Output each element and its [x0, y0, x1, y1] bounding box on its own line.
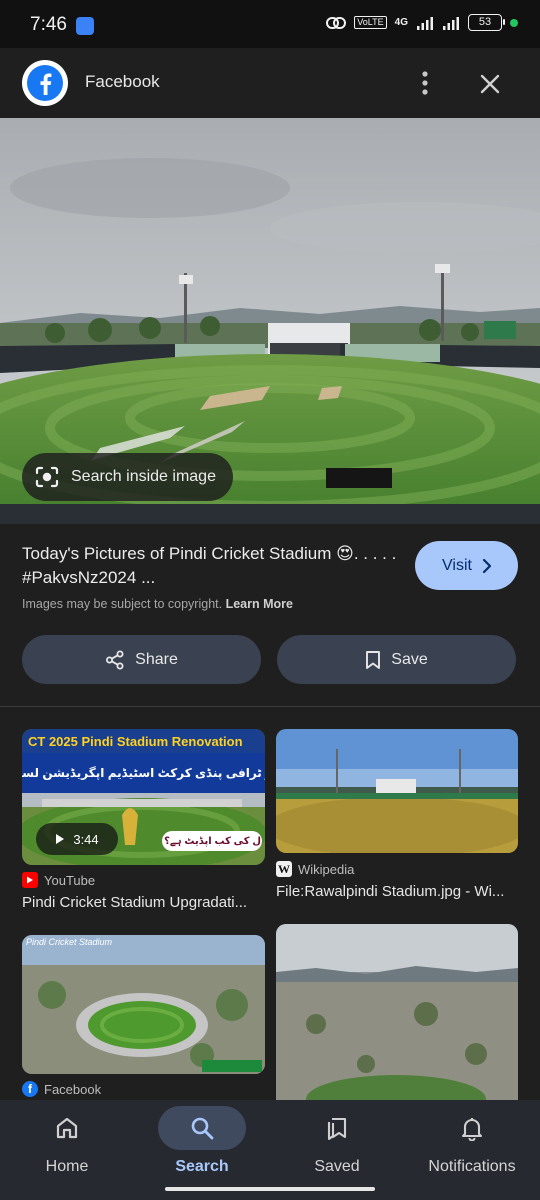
chevron-right-icon — [482, 558, 491, 573]
saved-collections-icon — [293, 1106, 381, 1150]
nav-notifications-label: Notifications — [428, 1158, 516, 1175]
source-name: Wikipedia — [298, 861, 355, 877]
city-thumbnail-image — [276, 924, 518, 1100]
wikipedia-thumbnail-image — [276, 729, 518, 853]
source-title: Facebook — [85, 72, 160, 91]
more-vert-icon — [422, 71, 428, 95]
volte-badge: VoLTE — [354, 16, 387, 29]
share-label: Share — [135, 650, 178, 668]
nav-search-label: Search — [175, 1158, 229, 1175]
nav-home[interactable]: Home — [12, 1106, 122, 1186]
gesture-home-indicator[interactable] — [165, 1187, 375, 1191]
learn-more-link[interactable]: Learn More — [226, 597, 293, 611]
save-label: Save — [391, 650, 428, 668]
thumbnail-banner-text: CT 2025 Pindi Stadium Renovation — [28, 733, 243, 749]
privacy-indicator — [510, 18, 518, 27]
wikipedia-icon: W — [276, 861, 292, 877]
nav-saved-label: Saved — [314, 1158, 360, 1175]
visit-button[interactable]: Visit — [415, 541, 518, 590]
main-image[interactable]: Search inside image — [0, 118, 540, 524]
lens-notification-icon — [76, 17, 94, 35]
result-title-youtube[interactable]: Pindi Cricket Stadium Upgradati... — [22, 894, 265, 911]
video-duration: 3:44 — [73, 831, 99, 847]
related-thumbnail-wikipedia[interactable] — [276, 729, 518, 853]
aerial-thumbnail-image — [22, 935, 265, 1074]
thumbnail-badge-text: 3D ماڈل کی کب اپڈیٹ ہے؟ — [162, 831, 262, 851]
link-icon — [326, 16, 347, 29]
status-time: 7:46 — [30, 14, 67, 35]
result-title[interactable]: Today's Pictures of Pindi Cricket Stadiu… — [22, 542, 402, 590]
copyright-text: Images may be subject to copyright. — [22, 597, 223, 611]
bookmark-icon — [366, 650, 381, 669]
related-thumbnail-youtube[interactable]: CT 2025 Pindi Stadium Renovation چیمپئنز… — [22, 729, 265, 865]
search-inside-image-button[interactable]: Search inside image — [22, 453, 233, 501]
status-icons: VoLTE 4G 53 — [326, 14, 518, 31]
video-duration-badge: 3:44 — [36, 823, 118, 855]
nav-notifications[interactable]: Notifications — [417, 1106, 527, 1186]
signal-icon — [417, 16, 433, 30]
share-button[interactable]: Share — [22, 635, 261, 684]
thumbnail-urdu-text: چیمپئنز ٹرافی پنڈی کرکٹ اسٹیڈیم اپگریڈیش… — [22, 766, 265, 780]
nav-home-label: Home — [45, 1158, 89, 1175]
facebook-logo-icon — [22, 60, 68, 106]
result-source-youtube: YouTube — [22, 872, 95, 888]
related-thumbnail-facebook[interactable]: Pindi Cricket Stadium — [22, 935, 265, 1074]
source-name: YouTube — [44, 872, 96, 888]
source-header: Facebook — [0, 48, 540, 118]
related-thumbnail-city[interactable] — [276, 924, 518, 1100]
bell-icon — [428, 1106, 516, 1150]
copyright-notice: Images may be subject to copyright. Lear… — [22, 597, 293, 611]
divider — [0, 706, 540, 707]
status-bar: 7:46 VoLTE 4G 53 — [0, 0, 540, 48]
more-options-button[interactable] — [408, 66, 442, 100]
close-icon — [480, 74, 500, 94]
facebook-icon: f — [22, 1081, 38, 1097]
share-icon — [106, 650, 124, 669]
search-inside-image-label: Search inside image — [71, 468, 216, 485]
home-icon — [23, 1106, 111, 1150]
close-button[interactable] — [472, 66, 508, 102]
lens-icon — [34, 464, 60, 490]
result-source-wikipedia: W Wikipedia — [276, 861, 354, 877]
result-source-facebook: f Facebook — [22, 1081, 101, 1097]
nav-search[interactable]: Search — [147, 1106, 257, 1186]
signal-icon-2 — [443, 16, 459, 30]
network-type: 4G — [394, 17, 408, 28]
result-title-wikipedia[interactable]: File:Rawalpindi Stadium.jpg - Wi... — [276, 883, 518, 900]
search-icon — [158, 1106, 246, 1150]
nav-saved[interactable]: Saved — [282, 1106, 392, 1186]
visit-label: Visit — [442, 556, 472, 574]
youtube-icon — [22, 872, 38, 888]
play-icon — [56, 834, 65, 844]
save-button[interactable]: Save — [277, 635, 516, 684]
bottom-navigation: Home Search Saved Notifications — [0, 1100, 540, 1200]
thumbnail-caption-text: Pindi Cricket Stadium — [26, 937, 113, 947]
battery-icon: 53 — [468, 14, 505, 31]
source-name: Facebook — [44, 1081, 102, 1097]
